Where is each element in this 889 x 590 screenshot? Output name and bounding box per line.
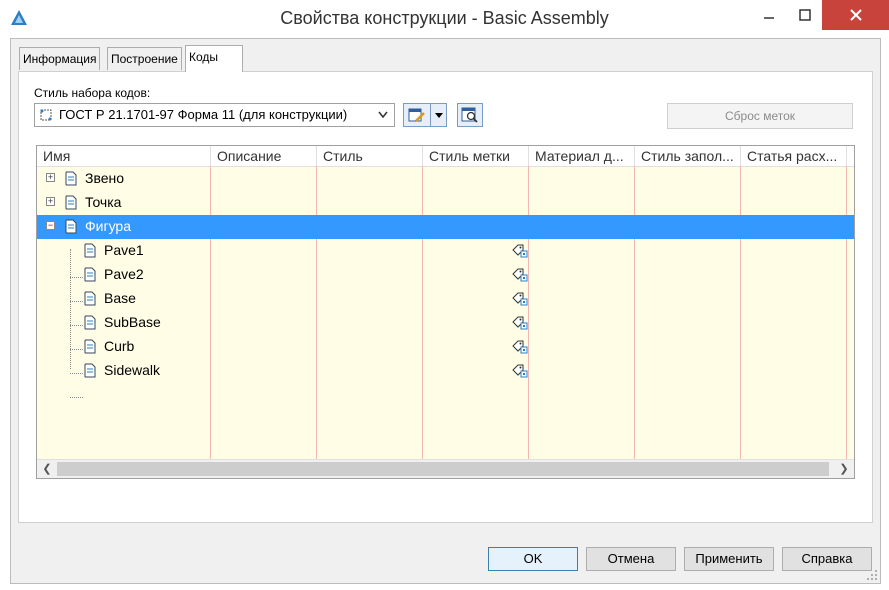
preview-icon bbox=[461, 107, 478, 123]
shape-code-icon bbox=[84, 291, 96, 306]
tab-codes[interactable]: Коды bbox=[185, 45, 243, 72]
row-name: Sidewalk bbox=[104, 362, 161, 378]
label-style-icon[interactable] bbox=[512, 363, 528, 379]
label-style-icon[interactable] bbox=[512, 339, 528, 355]
label-style-icon[interactable] bbox=[512, 315, 528, 331]
row-name: Pave1 bbox=[104, 242, 144, 258]
row-name: Curb bbox=[104, 338, 135, 354]
row-name: Звено bbox=[85, 170, 125, 186]
tree-row-shape[interactable]: − Фигура bbox=[37, 215, 854, 239]
row-name: Точка bbox=[85, 194, 122, 210]
chevron-down-icon bbox=[378, 111, 388, 119]
maximize-icon bbox=[799, 9, 811, 21]
codeset-menu-button[interactable] bbox=[431, 103, 447, 127]
scroll-left-icon[interactable]: ❮ bbox=[39, 462, 55, 476]
column-header-name[interactable]: Имя bbox=[37, 146, 211, 166]
close-icon bbox=[849, 9, 862, 21]
column-header-fill-style[interactable]: Стиль запол... bbox=[635, 146, 741, 166]
shape-code-icon bbox=[84, 267, 96, 282]
cancel-button[interactable]: Отмена bbox=[586, 547, 676, 571]
ok-button[interactable]: OK bbox=[488, 547, 578, 571]
help-button[interactable]: Справка bbox=[782, 547, 872, 571]
tree-row-pave2[interactable]: Pave2 bbox=[37, 263, 854, 287]
row-name: Pave2 bbox=[104, 266, 144, 282]
shape-code-icon bbox=[84, 339, 96, 354]
tree-row-point[interactable]: + Точка bbox=[37, 191, 854, 215]
scrollbar-thumb[interactable] bbox=[57, 462, 829, 476]
row-name: Base bbox=[104, 290, 136, 306]
minimize-icon bbox=[764, 17, 774, 19]
reset-labels-button[interactable]: Сброс меток bbox=[667, 103, 853, 129]
resize-grip-icon[interactable] bbox=[866, 569, 878, 581]
scroll-right-icon[interactable]: ❯ bbox=[836, 462, 852, 476]
tree-row-curb[interactable]: Curb bbox=[37, 335, 854, 359]
label-style-icon[interactable] bbox=[512, 243, 528, 259]
tree-row-sidewalk[interactable]: Sidewalk bbox=[37, 359, 854, 383]
preview-codeset-button[interactable] bbox=[457, 103, 483, 127]
shape-code-icon bbox=[84, 243, 96, 258]
column-header-description[interactable]: Описание bbox=[211, 146, 317, 166]
tree-row-pave1[interactable]: Pave1 bbox=[37, 239, 854, 263]
codeset-style-value: ГОСТ Р 21.1701-97 Форма 11 (для конструк… bbox=[59, 107, 348, 122]
close-button[interactable] bbox=[822, 0, 889, 30]
collapse-icon[interactable]: − bbox=[46, 221, 55, 230]
label-style-icon[interactable] bbox=[512, 291, 528, 307]
column-header-material[interactable]: Материал д... bbox=[529, 146, 635, 166]
column-header-style[interactable]: Стиль bbox=[317, 146, 423, 166]
codes-node-icon bbox=[65, 195, 77, 210]
codeset-style-select[interactable]: ГОСТ Р 21.1701-97 Форма 11 (для конструк… bbox=[34, 103, 395, 127]
codeset-label: Стиль набора кодов: bbox=[34, 86, 151, 100]
tree-row-link[interactable]: + Звено bbox=[37, 167, 854, 191]
tree-row-base[interactable]: Base bbox=[37, 287, 854, 311]
column-header-pay-item[interactable]: Статья расх... bbox=[741, 146, 847, 166]
column-header-label-style[interactable]: Стиль метки bbox=[423, 146, 529, 166]
codes-node-icon bbox=[65, 171, 77, 186]
horizontal-scrollbar[interactable]: ❮ ❯ bbox=[37, 459, 854, 478]
label-style-icon[interactable] bbox=[512, 267, 528, 283]
codeset-style-icon bbox=[40, 109, 52, 121]
dropdown-arrow-icon bbox=[434, 112, 443, 118]
dialog-body: Информация Построение Коды Стиль набора … bbox=[10, 38, 881, 584]
codes-tree-grid[interactable]: Имя Описание Стиль Стиль метки Материал … bbox=[36, 145, 855, 479]
row-name: Фигура bbox=[85, 218, 131, 234]
expand-icon[interactable]: + bbox=[46, 173, 55, 182]
edit-codeset-button[interactable] bbox=[403, 103, 431, 127]
grid-header: Имя Описание Стиль Стиль метки Материал … bbox=[37, 146, 854, 167]
tree-line bbox=[70, 397, 83, 398]
shape-code-icon bbox=[84, 315, 96, 330]
shape-code-icon bbox=[84, 363, 96, 378]
row-name: SubBase bbox=[104, 314, 161, 330]
edit-style-icon bbox=[408, 108, 425, 122]
title-bar: Свойства конструкции - Basic Assembly bbox=[0, 0, 889, 38]
expand-icon[interactable]: + bbox=[46, 197, 55, 206]
tab-construction[interactable]: Построение bbox=[107, 47, 182, 70]
apply-button[interactable]: Применить bbox=[684, 547, 774, 571]
codes-node-icon bbox=[65, 219, 77, 234]
tab-information[interactable]: Информация bbox=[19, 47, 101, 70]
tree-row-subbase[interactable]: SubBase bbox=[37, 311, 854, 335]
